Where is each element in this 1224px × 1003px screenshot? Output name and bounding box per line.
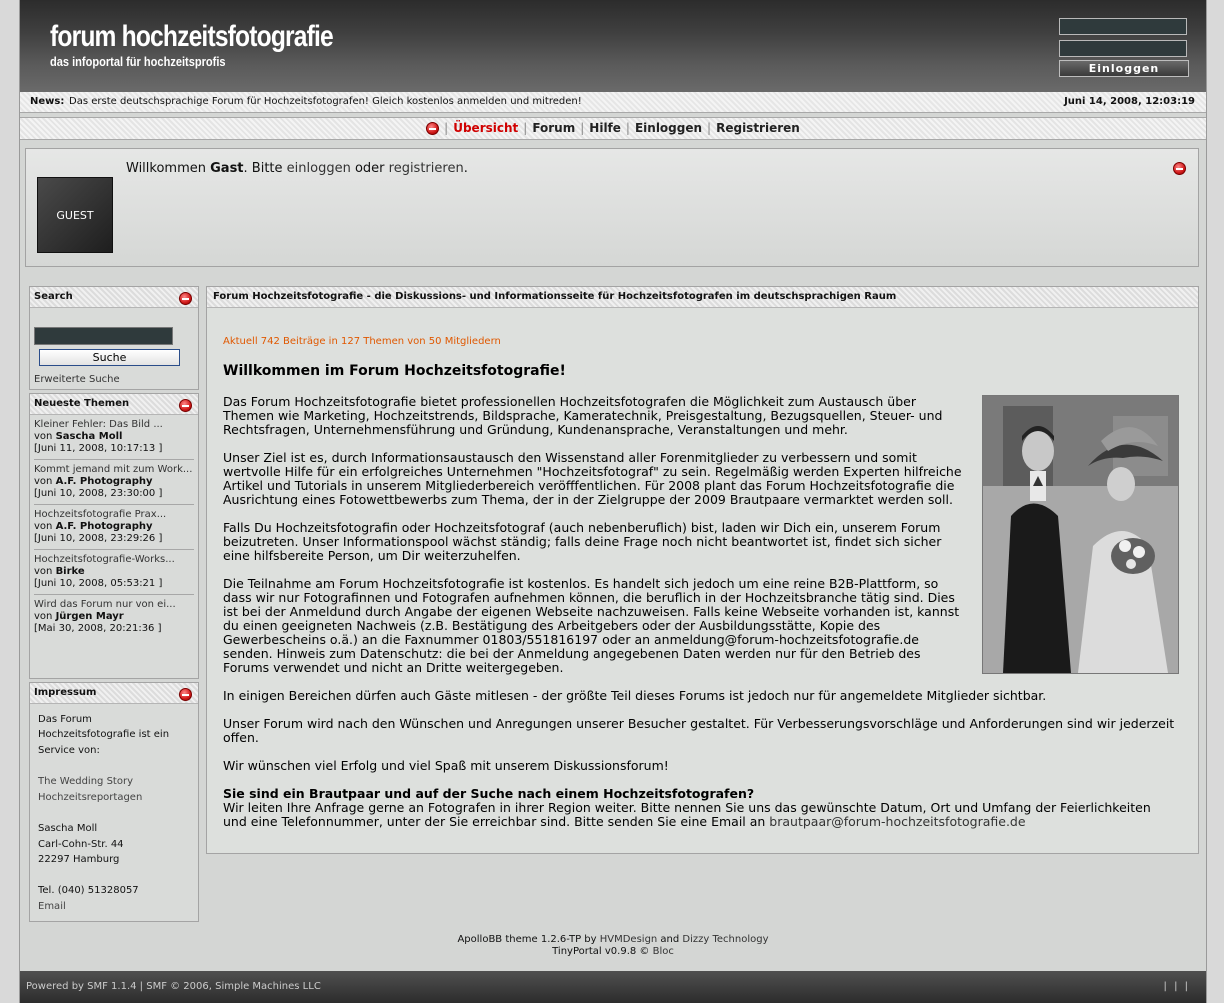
topic-item: Kleiner Fehler: Das Bild ... von Sascha … bbox=[34, 415, 194, 460]
welcome-box: GUEST Willkommen Gast. Bitte einloggen o… bbox=[25, 148, 1199, 267]
register-link[interactable]: registrieren bbox=[389, 161, 464, 176]
couples-email-link[interactable]: brautpaar@forum-hochzeitsfotografie.de bbox=[769, 814, 1025, 829]
topic-item: Wird das Forum nur von ei... von Jürgen … bbox=[34, 595, 194, 639]
menu-item-help[interactable]: Hilfe bbox=[589, 121, 621, 135]
collapse-header-icon[interactable] bbox=[426, 122, 440, 135]
footer-links[interactable]: | | | bbox=[1164, 981, 1190, 992]
collapse-welcome-icon[interactable] bbox=[1173, 162, 1186, 175]
current-datetime: Juni 14, 2008, 12:03:19 bbox=[1064, 96, 1195, 107]
password-input[interactable] bbox=[1059, 40, 1187, 57]
news-label: News: bbox=[30, 96, 65, 107]
topic-item: Hochzeitsfotografie Prax... von A.F. Pho… bbox=[34, 505, 194, 550]
topic-author[interactable]: A.F. Photography bbox=[56, 476, 153, 487]
contact-phone: Tel. (040) 51328057 bbox=[38, 885, 139, 896]
feedback-paragraph: Unser Forum wird nach den Wünschen und A… bbox=[223, 716, 1175, 745]
login-button[interactable]: Einloggen bbox=[1059, 60, 1189, 77]
topic-title[interactable]: Hochzeitsfotografie-Works... bbox=[34, 554, 194, 566]
search-button[interactable]: Suche bbox=[39, 349, 180, 366]
newest-topics-header: Neueste Themen bbox=[30, 394, 198, 415]
wedding-photo-image bbox=[983, 396, 1178, 673]
impressum-intro: Hochzeitsfotografie ist ein bbox=[38, 729, 170, 740]
forum-stats: Aktuell 742 Beiträge in 127 Themen von 5… bbox=[223, 336, 501, 347]
search-input[interactable] bbox=[34, 327, 173, 345]
main-menu: | Übersicht | Forum | Hilfe | Einloggen | Registr… bbox=[20, 117, 1206, 140]
contact-street: Carl-Cohn-Str. 44 bbox=[38, 839, 124, 850]
user-name: Gast bbox=[210, 161, 244, 176]
header: forum hochzeitsfotografie das infoportal… bbox=[20, 0, 1206, 92]
wedding-photo bbox=[982, 395, 1179, 674]
theme-credits: ApolloBB theme 1.2.6-TP by HVMDesign and… bbox=[457, 934, 769, 957]
topic-title[interactable]: Hochzeitsfotografie Prax... bbox=[34, 509, 194, 521]
hvmdesign-link[interactable]: HVMDesign bbox=[600, 934, 658, 945]
menu-item-login[interactable]: Einloggen bbox=[635, 121, 702, 135]
company-link[interactable]: The Wedding Story bbox=[38, 776, 133, 787]
site-title[interactable]: forum hochzeitsfotografie bbox=[50, 20, 334, 54]
couples-paragraph: Sie sind ein Brautpaar und auf der Suche… bbox=[223, 786, 1151, 829]
collapse-impressum-icon[interactable] bbox=[179, 688, 192, 701]
menu-item-register[interactable]: Registrieren bbox=[716, 121, 800, 135]
search-block: Search Suche Erweiterte Suche bbox=[29, 286, 199, 390]
menu-item-forum[interactable]: Forum bbox=[532, 121, 575, 135]
guest-avatar: GUEST bbox=[37, 177, 113, 253]
topic-date: [Juni 11, 2008, 10:17:13 ] bbox=[34, 443, 163, 454]
login-link[interactable]: einloggen bbox=[287, 161, 351, 176]
site-subtitle: das infoportal für hochzeitsprofis bbox=[50, 54, 226, 69]
invite-paragraph: Falls Du Hochzeitsfotografin oder Hochze… bbox=[223, 520, 942, 563]
topic-title[interactable]: Kleiner Fehler: Das Bild ... bbox=[34, 419, 194, 431]
membership-paragraph: Die Teilnahme am Forum Hochzeitsfotograf… bbox=[223, 576, 960, 675]
news-bar: News: Das erste deutschsprachige Forum f… bbox=[20, 92, 1206, 113]
intro-paragraph: Das Forum Hochzeitsfotografie bietet pro… bbox=[223, 394, 943, 437]
topic-author[interactable]: Sascha Moll bbox=[56, 431, 123, 442]
topic-date: [Mai 30, 2008, 20:21:36 ] bbox=[34, 623, 162, 634]
advanced-search-link[interactable]: Erweiterte Suche bbox=[34, 374, 120, 385]
wishes-paragraph: Wir wünschen viel Erfolg und viel Spaß m… bbox=[223, 758, 669, 773]
couples-heading: Sie sind ein Brautpaar und auf der Suche… bbox=[223, 786, 755, 801]
welcome-message: Willkommen Gast. Bitte einloggen oder re… bbox=[126, 161, 468, 176]
topic-item: Hochzeitsfotografie-Works... von Birke [… bbox=[34, 550, 194, 595]
footer: Powered by SMF 1.1.4 | SMF © 2006, Simpl… bbox=[20, 971, 1206, 1003]
guest-paragraph: In einigen Bereichen dürfen auch Gäste m… bbox=[223, 688, 1047, 703]
email-link[interactable]: Email bbox=[38, 901, 66, 912]
topic-title[interactable]: Kommt jemand mit zum Work... bbox=[34, 464, 194, 476]
topic-date: [Juni 10, 2008, 23:30:00 ] bbox=[34, 488, 163, 499]
impressum-header: Impressum bbox=[30, 683, 198, 704]
topic-date: [Juni 10, 2008, 05:53:21 ] bbox=[34, 578, 163, 589]
page: forum hochzeitsfotografie das infoportal… bbox=[19, 0, 1207, 1003]
topic-author[interactable]: Birke bbox=[56, 566, 85, 577]
collapse-topics-icon[interactable] bbox=[179, 399, 192, 412]
contact-name: Sascha Moll bbox=[38, 823, 98, 834]
main-header: Forum Hochzeitsfotografie - die Diskussi… bbox=[207, 287, 1198, 308]
topic-author[interactable]: Jürgen Mayr bbox=[56, 611, 124, 622]
goal-paragraph: Unser Ziel ist es, durch Informationsaus… bbox=[223, 450, 962, 507]
impressum-intro: Das Forum bbox=[38, 714, 92, 725]
company-link[interactable]: Hochzeitsreportagen bbox=[38, 792, 142, 803]
search-block-header: Search bbox=[30, 287, 198, 308]
main-content: Forum Hochzeitsfotografie - die Diskussi… bbox=[206, 286, 1199, 854]
dizzy-technology-link[interactable]: Dizzy Technology bbox=[682, 934, 768, 945]
bloc-link[interactable]: Bloc bbox=[653, 946, 674, 957]
username-input[interactable] bbox=[1059, 18, 1187, 35]
impressum-block: Impressum Das Forum Hochzeitsfotografie … bbox=[29, 682, 199, 922]
impressum-intro: Service von: bbox=[38, 745, 100, 756]
newest-topics-block: Neueste Themen Kleiner Fehler: Das Bild … bbox=[29, 393, 199, 679]
topic-title[interactable]: Wird das Forum nur von ei... bbox=[34, 599, 194, 611]
collapse-search-icon[interactable] bbox=[179, 292, 192, 305]
news-text: Das erste deutschsprachige Forum für Hoc… bbox=[69, 96, 582, 107]
topic-item: Kommt jemand mit zum Work... von A.F. Ph… bbox=[34, 460, 194, 505]
menu-item-overview[interactable]: Übersicht bbox=[453, 121, 518, 135]
content-title: Willkommen im Forum Hochzeitsfotografie! bbox=[223, 363, 566, 379]
topic-date: [Juni 10, 2008, 23:29:26 ] bbox=[34, 533, 163, 544]
footer-copyright: Powered by SMF 1.1.4 | SMF © 2006, Simpl… bbox=[26, 981, 321, 992]
topic-author[interactable]: A.F. Photography bbox=[56, 521, 153, 532]
contact-city: 22297 Hamburg bbox=[38, 854, 120, 865]
